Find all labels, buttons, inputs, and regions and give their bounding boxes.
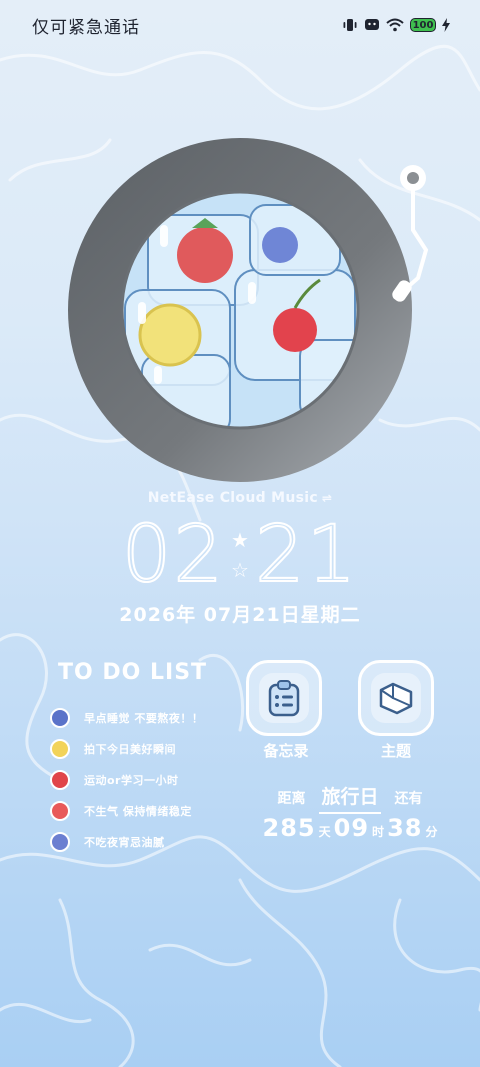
star-icon: ☆ xyxy=(231,558,249,582)
todo-title: TO DO LIST xyxy=(58,660,208,685)
theme-app-label: 主题 xyxy=(380,742,411,760)
carrier-text: 仅可紧急通话 xyxy=(32,17,140,38)
countdown-timer: 285 天 09 时 38 分 xyxy=(250,814,450,842)
vibrate-icon xyxy=(343,19,357,31)
todo-text: 不吃夜宵忌油腻 xyxy=(84,835,165,849)
clock-minutes: 21 xyxy=(254,510,359,600)
switch-icon[interactable]: ⇌ xyxy=(322,491,332,505)
countdown-minutes: 38 xyxy=(387,814,423,842)
music-player-widget[interactable] xyxy=(0,120,480,500)
memo-icon xyxy=(259,673,309,723)
status-icons: 100 xyxy=(342,18,450,32)
lemon-icon xyxy=(50,738,70,759)
star-icon: ★ xyxy=(231,528,249,552)
countdown-prefix: 距离 xyxy=(277,791,306,807)
countdown-minutes-unit: 分 xyxy=(425,825,438,839)
status-bar: 仅可紧急通话 100 xyxy=(0,0,480,50)
memo-app-label: 备忘录 xyxy=(263,742,309,760)
countdown-event: 旅行日 xyxy=(319,782,381,814)
music-source-name: NetEase Cloud Music xyxy=(147,490,318,506)
todo-text: 早点睡觉 不要熬夜！！ xyxy=(84,711,204,725)
clock-hours: 02 xyxy=(121,510,226,600)
list-item: 早点睡觉 不要熬夜！！ xyxy=(50,702,203,733)
countdown-header: 距离 旅行日 还有 xyxy=(240,782,460,814)
countdown-suffix: 还有 xyxy=(394,791,423,807)
theme-app-button[interactable] xyxy=(358,660,434,736)
memo-app-button[interactable] xyxy=(246,660,322,736)
charging-icon xyxy=(442,18,450,32)
cherry-icon xyxy=(50,769,70,790)
date-line: 2026年 07月21日星期二 xyxy=(119,604,361,626)
todo-text: 不生气 保持情绪稳定 xyxy=(84,804,192,818)
todo-text: 运动or学习一小时 xyxy=(84,773,179,787)
todo-text: 拍下今日美好瞬间 xyxy=(84,742,176,756)
list-item: 运动or学习一小时 xyxy=(50,764,203,795)
wifi-icon xyxy=(386,18,404,32)
strawberry-icon xyxy=(50,800,70,821)
countdown-days: 285 xyxy=(262,814,316,842)
list-item: 不吃夜宵忌油腻 xyxy=(50,826,203,857)
battery-icon: 100 xyxy=(410,18,436,32)
todo-list: 早点睡觉 不要熬夜！！ 拍下今日美好瞬间 运动or学习一小时 不生气 保持情绪稳… xyxy=(50,702,203,857)
list-item: 不生气 保持情绪稳定 xyxy=(50,795,203,826)
clock: 02 ★ ☆ 21 xyxy=(0,510,480,600)
countdown-days-unit: 天 xyxy=(318,825,331,839)
clock-separator: ★ ☆ xyxy=(231,528,249,582)
music-source-label[interactable]: NetEase Cloud Music ⇌ xyxy=(0,490,480,506)
list-item: 拍下今日美好瞬间 xyxy=(50,733,203,764)
blueberry-icon xyxy=(50,831,70,852)
countdown-hours-unit: 时 xyxy=(372,825,385,839)
countdown-hours: 09 xyxy=(333,814,370,842)
notification-icon xyxy=(365,19,379,30)
blueberry-icon xyxy=(50,707,70,728)
theme-icon xyxy=(371,673,421,723)
